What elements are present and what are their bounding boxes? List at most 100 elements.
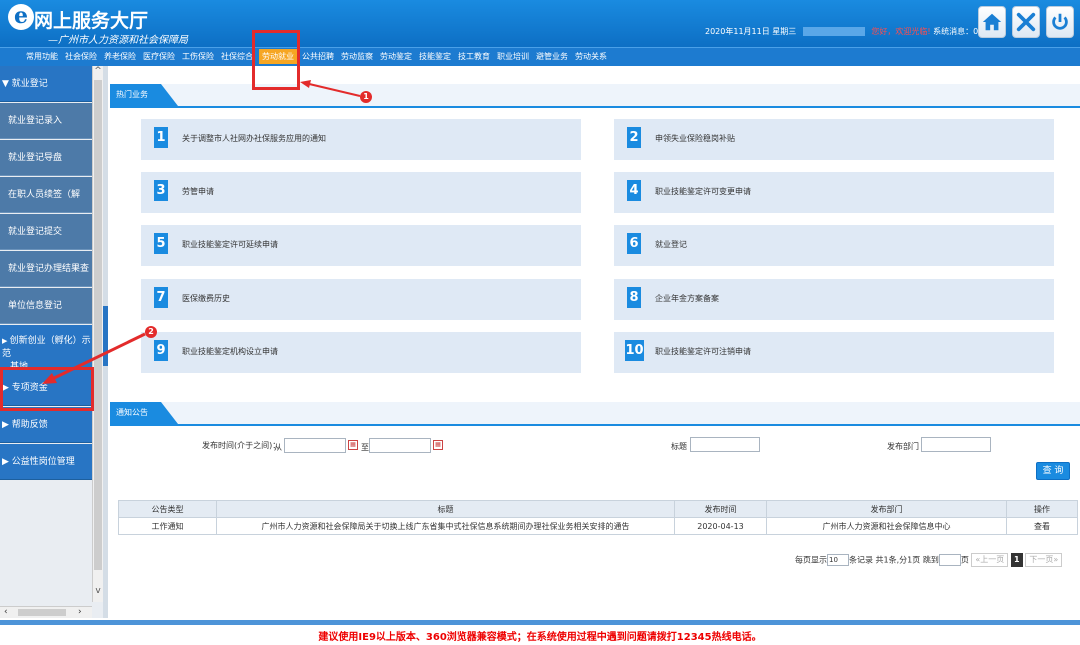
logout-button[interactable] [1046,6,1074,38]
hot-item-1[interactable]: 1 关于调整市人社网办社保服务应用的通知 [141,119,581,160]
nav-item-social-insurance[interactable]: 社会保险 [65,51,97,62]
title-filter-label: 标题 [671,442,687,451]
sidebar-group-innovation[interactable]: ▶ 创新创业（孵化）示范 基地 [0,325,92,373]
sidebar-group-innovation-line1: 创新创业（孵化）示范 [2,336,91,359]
sidebar: ▼ 就业登记 就业登记录入 就业登记导盘 在职人员续签（解除） 就业登记提交 就… [0,66,103,618]
main-nav: 常用功能 社会保险 养老保险 医疗保险 工伤保险 社保综合 劳动就业 公共招聘 … [0,47,1080,66]
hot-item-3[interactable]: 3 劳管申请 [141,172,581,213]
scroll-up-icon[interactable]: ^ [93,66,103,76]
hot-item-label: 职业技能鉴定许可变更申请 [655,187,751,196]
nav-item-skill-appraisal[interactable]: 技能鉴定 [419,51,451,62]
sidebar-group-public-posts[interactable]: ▶ 公益性岗位管理 [0,444,92,480]
to-label: 至 [361,443,369,452]
end-date-input[interactable] [369,438,431,453]
sidebar-item-result-query[interactable]: 就业登记办理结果查询 [0,251,92,310]
hot-item-6[interactable]: 6 就业登记 [614,225,1054,266]
scroll-right-icon[interactable]: › [78,607,82,617]
collapse-sidebar-handle[interactable] [103,306,108,366]
notice-header: 通知公告 [110,402,1080,426]
notice-date-cell: 2020-04-13 [674,517,767,535]
nav-item-recruit[interactable]: 公共招聘 [302,51,334,62]
hot-item-number: 4 [627,180,641,201]
hot-item-4[interactable]: 4 职业技能鉴定许可变更申请 [614,172,1054,213]
nav-item-supervision[interactable]: 劳动监察 [341,51,373,62]
expand-arrow-icon: ▶ [2,337,10,345]
footer-notice: 建议使用IE9以上版本、360浏览器兼容模式；在系统使用过程中遇到问题请拨打12… [318,632,762,643]
start-date-input[interactable] [284,438,346,453]
query-button[interactable]: 查 询 [1036,462,1070,480]
notice-title-cell[interactable]: 广州市人力资源和社会保障局关于切换上线广东省集中式社保信息系统期间办理社保业务相… [216,517,675,535]
hot-item-label: 申领失业保险稳岗补贴 [655,134,735,143]
column-header: 发布部门 [766,500,1007,518]
nav-item-management[interactable]: 避管业务 [536,51,568,62]
per-page-input[interactable]: 10 [827,554,849,566]
hot-item-10[interactable]: 10 职业技能鉴定许可注销申请 [614,332,1054,373]
department-filter-input[interactable] [921,437,991,452]
home-button[interactable] [978,6,1006,38]
tools-icon [1016,12,1036,32]
hot-item-label: 就业登记 [655,240,687,249]
hot-item-number: 9 [154,340,168,361]
nav-item-training[interactable]: 职业培训 [497,51,529,62]
sidebar-vertical-scrollbar[interactable]: ^ v [92,66,103,602]
view-link[interactable]: 查看 [1006,517,1078,535]
hot-item-8[interactable]: 8 企业年金方案备案 [614,279,1054,320]
hot-item-5[interactable]: 5 职业技能鉴定许可延续申请 [141,225,581,266]
column-header: 公告类型 [118,500,217,518]
hot-item-7[interactable]: 7 医保缴费历史 [141,279,581,320]
department-filter-label: 发布部门 [887,442,919,451]
nav-item-injury[interactable]: 工伤保险 [182,51,214,62]
hot-item-label: 职业技能鉴定许可注销申请 [655,347,751,356]
hot-item-label: 医保缴费历史 [182,294,230,303]
power-icon [1052,13,1068,30]
title-filter-input[interactable] [690,437,760,452]
nav-item-common[interactable]: 常用功能 [26,51,58,62]
hot-item-2[interactable]: 2 申领失业保险稳岗补贴 [614,119,1054,160]
calendar-icon[interactable]: ▦ [348,440,358,450]
hscroll-thumb[interactable] [18,609,66,616]
sidebar-item-reg-entry[interactable]: 就业登记录入 [0,103,92,139]
hot-item-number: 7 [154,287,168,308]
sidebar-item-renew[interactable]: 在职人员续签（解除） [0,177,92,236]
nav-item-social-general[interactable]: 社保综合 [221,51,253,62]
sidebar-horizontal-scrollbar[interactable]: ‹ › [0,606,92,618]
header-info: 2020年11月11日 星期三 您好，欢迎光临! 系统消息：0/0 [705,26,986,37]
current-page[interactable]: 1 [1010,553,1023,567]
annotation-box-employment-tab [252,30,300,90]
nav-item-labor-relations[interactable]: 劳动关系 [575,51,607,62]
page-summary: 共1条,分1页 [875,555,921,565]
from-label: 从 [274,443,282,452]
sidebar-item-submit[interactable]: 就业登记提交 [0,214,92,250]
nav-item-labor-appraisal[interactable]: 劳动鉴定 [380,51,412,62]
scroll-thumb[interactable] [94,80,102,570]
sidebar-group-employment-reg[interactable]: ▼ 就业登记 [0,66,92,102]
table-header-row: 公告类型 标题 发布时间 发布部门 操作 [118,500,1078,518]
hot-item-label: 职业技能鉴定许可延续申请 [182,240,278,249]
scroll-left-icon[interactable]: ‹ [4,607,8,617]
tools-button[interactable] [1012,6,1040,38]
hot-item-number: 8 [627,287,641,308]
column-header: 操作 [1006,500,1078,518]
hot-item-number: 1 [154,127,168,148]
nav-item-tech-edu[interactable]: 技工教育 [458,51,490,62]
column-header: 发布时间 [674,500,767,518]
welcome-text: 您好，欢迎光临! [871,27,931,36]
notice-title: 通知公告 [110,402,178,424]
goto-label: 跳到 [922,555,939,565]
goto-page-input[interactable] [938,554,961,566]
nav-item-medical[interactable]: 医疗保险 [143,51,175,62]
scroll-down-icon[interactable]: v [93,586,103,596]
prev-page-button[interactable]: «上一页 [971,553,1009,567]
next-page-button[interactable]: 下一页» [1025,553,1063,567]
home-icon [982,13,1002,31]
nav-item-pension[interactable]: 养老保险 [104,51,136,62]
sidebar-group-help[interactable]: ▶ 帮助反馈 [0,407,92,443]
sidebar-item-unit-info[interactable]: 单位信息登记 [0,288,92,324]
sidebar-item-reg-import[interactable]: 就业登记导盘 [0,140,92,176]
e-logo-icon: e [8,4,34,30]
hot-item-number: 10 [625,340,644,361]
user-name-redacted [802,27,865,36]
hot-item-9[interactable]: 9 职业技能鉴定机构设立申请 [141,332,581,373]
calendar-icon[interactable]: ▦ [433,440,443,450]
sidebar-splitter[interactable] [103,66,108,618]
